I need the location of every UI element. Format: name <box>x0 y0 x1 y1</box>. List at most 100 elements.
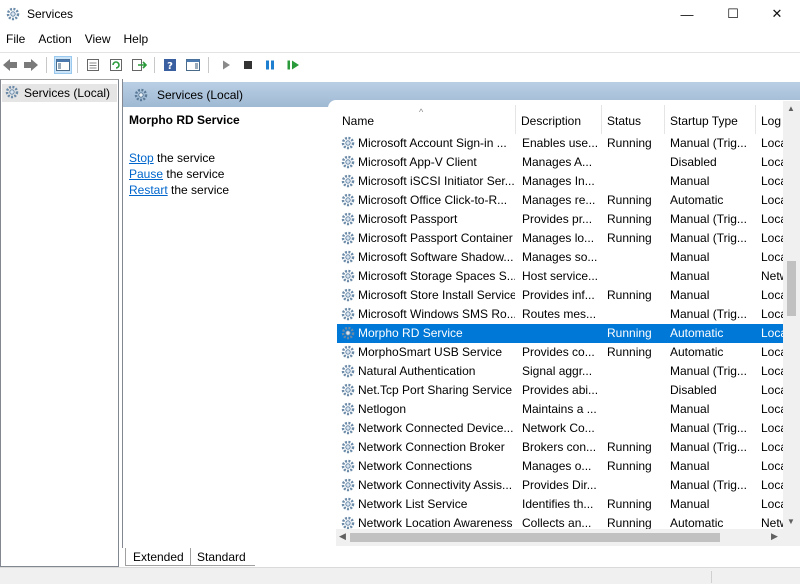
stop-service-icon[interactable] <box>239 56 257 74</box>
horizontal-scroll-thumb[interactable] <box>350 533 720 542</box>
table-row-selected[interactable]: Morpho RD Service Running Automatic Loca <box>337 324 800 343</box>
restart-service-link[interactable]: Restart <box>129 183 168 197</box>
tree-item-services-local[interactable]: Services (Local) <box>2 84 117 102</box>
cell-name: Network Connections <box>358 459 473 473</box>
menu-file[interactable]: File <box>0 30 32 50</box>
resume-service-icon[interactable] <box>284 56 302 74</box>
cell-name: Network Connectivity Assis... <box>358 478 513 492</box>
properties-icon[interactable] <box>84 56 102 74</box>
services-gear-icon <box>4 84 20 103</box>
forward-arrow-icon[interactable] <box>22 56 40 74</box>
service-gear-icon <box>340 173 356 189</box>
table-row[interactable]: Microsoft Software Shadow... Manages so..… <box>337 248 800 267</box>
pause-service-icon[interactable] <box>261 56 279 74</box>
cell-name: Microsoft Software Shadow... <box>358 250 514 264</box>
cell-status: Running <box>607 326 652 340</box>
menu-view[interactable]: View <box>79 30 118 50</box>
table-row[interactable]: Natural Authentication Signal aggr... Manu… <box>337 362 800 381</box>
start-service-icon[interactable] <box>217 56 235 74</box>
table-row[interactable]: Microsoft Passport Provides pr... Running M… <box>337 210 800 229</box>
table-row[interactable]: Microsoft Account Sign-in ... Enables use… <box>337 134 800 153</box>
service-gear-icon <box>340 154 356 170</box>
minimize-button[interactable]: — <box>664 0 710 28</box>
tab-standard[interactable]: Standard <box>191 548 255 566</box>
service-gear-icon <box>340 268 356 284</box>
table-row[interactable]: MorphoSmart USB Service Provides co... Run… <box>337 343 800 362</box>
scroll-down-icon[interactable]: ▼ <box>787 517 795 526</box>
refresh-icon[interactable] <box>107 56 125 74</box>
service-gear-icon <box>340 420 356 436</box>
column-header-status[interactable]: Status <box>602 105 665 134</box>
show-hide-action-pane-icon[interactable] <box>184 56 202 74</box>
cell-startup-type: Manual <box>670 402 710 416</box>
cell-name: Microsoft Storage Spaces S... <box>358 269 515 283</box>
table-row[interactable]: Microsoft Office Click-to-R... Manages re… <box>337 191 800 210</box>
column-header-name[interactable]: ^ Name <box>337 105 516 134</box>
table-row[interactable]: Microsoft Passport Container Manages lo..… <box>337 229 800 248</box>
menu-help[interactable]: Help <box>118 30 156 50</box>
export-list-icon[interactable] <box>130 56 148 74</box>
maximize-button[interactable]: ☐ <box>710 0 756 28</box>
svg-text:?: ? <box>167 61 173 72</box>
column-header-startup-type[interactable]: Startup Type <box>665 105 756 134</box>
table-row[interactable]: Network Connection Broker Brokers con... R… <box>337 438 800 457</box>
scroll-right-icon[interactable]: ▶ <box>771 531 778 542</box>
service-gear-icon <box>340 496 356 512</box>
cell-name: Network Connected Device... <box>358 421 514 435</box>
action-text: the service <box>153 151 216 165</box>
cell-startup-type: Automatic <box>670 193 724 207</box>
table-row[interactable]: Network Connections Manages o... Running Ma… <box>337 457 800 476</box>
cell-status: Running <box>607 136 652 150</box>
cell-startup-type: Manual <box>670 497 710 511</box>
cell-startup-type: Automatic <box>670 345 724 359</box>
tree-item-label: Services (Local) <box>24 86 111 100</box>
table-row[interactable]: Network Connected Device... Network Co...… <box>337 419 800 438</box>
cell-startup-type: Manual (Trig... <box>670 421 747 435</box>
main-pane: Services (Local) Morpho RD Service Stop … <box>122 79 800 567</box>
tab-extended[interactable]: Extended <box>125 548 191 566</box>
cell-status: Running <box>607 193 652 207</box>
cell-description: Manages A... <box>522 155 593 169</box>
cell-startup-type: Manual (Trig... <box>670 231 747 245</box>
cell-name: Network Connection Broker <box>358 440 505 454</box>
cell-status: Running <box>607 231 652 245</box>
show-hide-console-tree-icon[interactable] <box>54 56 72 74</box>
vertical-scroll-thumb[interactable] <box>787 261 796 316</box>
services-gear-icon <box>5 6 21 22</box>
vertical-scrollbar[interactable]: ▲ ▼ <box>783 101 800 529</box>
pause-service-link[interactable]: Pause <box>129 167 163 181</box>
table-row[interactable]: Microsoft iSCSI Initiator Ser... Manages … <box>337 172 800 191</box>
cell-description: Manages lo... <box>522 231 595 245</box>
scroll-up-icon[interactable]: ▲ <box>787 104 795 113</box>
view-tabs: Extended Standard <box>122 548 800 567</box>
stop-service-link[interactable]: Stop <box>129 151 154 165</box>
close-button[interactable]: ✕ <box>754 0 800 28</box>
horizontal-scrollbar[interactable]: ◀ ▶ <box>336 529 783 546</box>
scroll-left-icon[interactable]: ◀ <box>339 531 346 542</box>
cell-name: Net.Tcp Port Sharing Service <box>358 383 513 397</box>
column-header-description[interactable]: Description <box>516 105 602 134</box>
table-row[interactable]: Microsoft Storage Spaces S... Host servic… <box>337 267 800 286</box>
cell-description: Maintains a ... <box>522 402 597 416</box>
cell-description: Provides inf... <box>522 288 595 302</box>
table-row[interactable]: Network Connectivity Assis... Provides Di… <box>337 476 800 495</box>
toolbar: ? <box>0 52 800 76</box>
cell-startup-type: Manual (Trig... <box>670 364 747 378</box>
cell-description: Host service... <box>522 269 599 283</box>
table-row[interactable]: Microsoft Store Install Service Provides … <box>337 286 800 305</box>
cell-description: Signal aggr... <box>522 364 593 378</box>
cell-name: Network Location Awareness <box>358 516 513 530</box>
table-row[interactable]: Microsoft App-V Client Manages A... Disabl… <box>337 153 800 172</box>
table-row[interactable]: Microsoft Windows SMS Ro... Routes mes...… <box>337 305 800 324</box>
cell-startup-type: Manual <box>670 288 710 302</box>
table-row[interactable]: Network List Service Identifies th... Runn… <box>337 495 800 514</box>
help-icon[interactable]: ? <box>161 56 179 74</box>
menu-action[interactable]: Action <box>32 30 78 50</box>
cell-description: Manages o... <box>522 459 592 473</box>
toolbar-separator <box>154 57 155 73</box>
table-row[interactable]: Net.Tcp Port Sharing Service Provides abi… <box>337 381 800 400</box>
cell-startup-type: Automatic <box>670 326 724 340</box>
back-arrow-icon[interactable] <box>1 56 19 74</box>
table-row[interactable]: Netlogon Maintains a ... Manual Loca <box>337 400 800 419</box>
service-gear-icon <box>340 192 356 208</box>
